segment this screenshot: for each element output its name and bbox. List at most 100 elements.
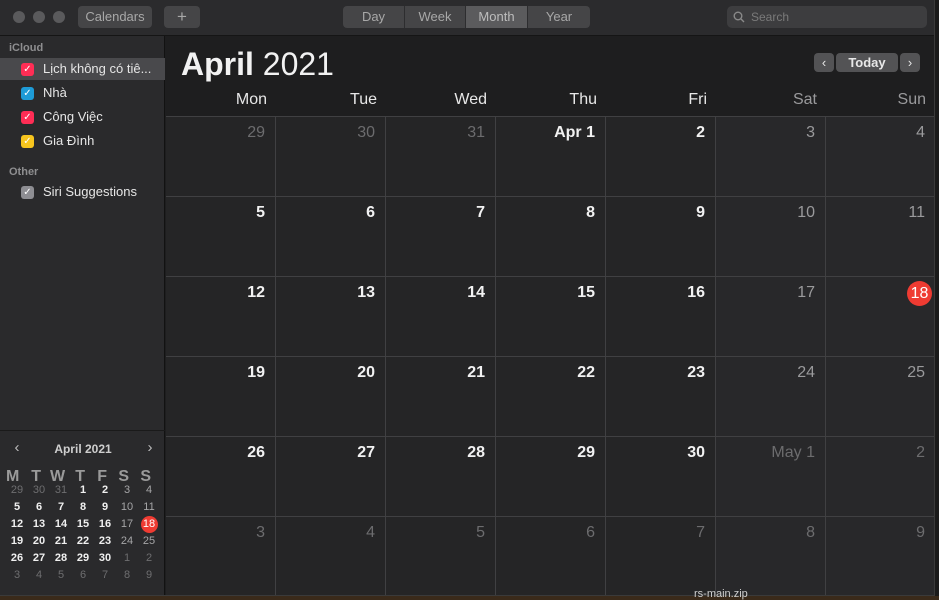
day-cell[interactable]: 30 bbox=[606, 437, 716, 517]
day-cell[interactable]: 16 bbox=[606, 277, 716, 357]
zoom-window-button[interactable] bbox=[53, 11, 65, 23]
sidebar-item-icloud-1[interactable]: ✓ Nhà bbox=[0, 82, 165, 104]
mini-day[interactable]: 27 bbox=[28, 550, 50, 567]
mini-prev-month-button[interactable]: ‹ bbox=[8, 439, 26, 457]
calendar-checkbox[interactable]: ✓ bbox=[21, 111, 34, 124]
mini-day[interactable]: 31 bbox=[50, 482, 72, 499]
mini-next-month-button[interactable]: › bbox=[141, 439, 159, 457]
mini-day[interactable]: 9 bbox=[138, 567, 160, 584]
mini-day[interactable]: 19 bbox=[6, 533, 28, 550]
day-cell[interactable]: 7 bbox=[386, 197, 496, 277]
day-cell[interactable]: 9 bbox=[606, 197, 716, 277]
day-cell[interactable]: 17 bbox=[716, 277, 826, 357]
day-cell[interactable]: 11 bbox=[826, 197, 934, 277]
mini-day[interactable]: 6 bbox=[28, 499, 50, 516]
mini-day[interactable]: 29 bbox=[6, 482, 28, 499]
day-cell[interactable]: 10 bbox=[716, 197, 826, 277]
day-cell[interactable]: 4 bbox=[826, 117, 934, 197]
mini-day[interactable]: 30 bbox=[28, 482, 50, 499]
day-cell[interactable]: 14 bbox=[386, 277, 496, 357]
mini-day[interactable]: 21 bbox=[50, 533, 72, 550]
sidebar-item-icloud-2[interactable]: ✓ Công Việc bbox=[0, 106, 165, 128]
day-cell[interactable]: 9 bbox=[826, 517, 934, 595]
calendar-checkbox[interactable]: ✓ bbox=[21, 135, 34, 148]
day-cell[interactable]: 28 bbox=[386, 437, 496, 517]
mini-day[interactable]: 3 bbox=[116, 482, 138, 499]
mini-day[interactable]: 26 bbox=[6, 550, 28, 567]
mini-day[interactable]: 14 bbox=[50, 516, 72, 533]
sidebar-item-other-0[interactable]: ✓ Siri Suggestions bbox=[0, 181, 165, 203]
day-cell[interactable]: 19 bbox=[166, 357, 276, 437]
day-cell[interactable]: 21 bbox=[386, 357, 496, 437]
day-cell[interactable]: 12 bbox=[166, 277, 276, 357]
tab-year[interactable]: Year bbox=[528, 6, 590, 28]
mini-day[interactable]: 20 bbox=[28, 533, 50, 550]
mini-day[interactable]: 9 bbox=[94, 499, 116, 516]
day-cell[interactable]: 30 bbox=[276, 117, 386, 197]
day-cell[interactable]: 5 bbox=[166, 197, 276, 277]
day-cell[interactable]: 2 bbox=[826, 437, 934, 517]
next-month-button[interactable]: › bbox=[900, 53, 920, 72]
day-cell[interactable]: 24 bbox=[716, 357, 826, 437]
calendars-button[interactable]: Calendars bbox=[78, 6, 152, 28]
day-cell[interactable]: 8 bbox=[716, 517, 826, 595]
mini-day[interactable]: 5 bbox=[6, 499, 28, 516]
mini-day[interactable]: 24 bbox=[116, 533, 138, 550]
day-cell[interactable]: 13 bbox=[276, 277, 386, 357]
mini-day[interactable]: 4 bbox=[28, 567, 50, 584]
mini-day[interactable]: 28 bbox=[50, 550, 72, 567]
day-cell[interactable]: 27 bbox=[276, 437, 386, 517]
day-cell[interactable]: 31 bbox=[386, 117, 496, 197]
mini-day[interactable]: 30 bbox=[94, 550, 116, 567]
day-cell[interactable]: 3 bbox=[716, 117, 826, 197]
day-cell[interactable]: 29 bbox=[166, 117, 276, 197]
day-cell[interactable]: 26 bbox=[166, 437, 276, 517]
mini-day[interactable]: 17 bbox=[116, 516, 138, 533]
day-cell[interactable]: 4 bbox=[276, 517, 386, 595]
mini-day[interactable]: 29 bbox=[72, 550, 94, 567]
mini-day[interactable]: 10 bbox=[116, 499, 138, 516]
mini-day[interactable]: 11 bbox=[138, 499, 160, 516]
tab-week[interactable]: Week bbox=[405, 6, 466, 28]
mini-day[interactable]: 8 bbox=[116, 567, 138, 584]
mini-day[interactable]: 25 bbox=[138, 533, 160, 550]
mini-day[interactable]: 13 bbox=[28, 516, 50, 533]
mini-day[interactable]: 6 bbox=[72, 567, 94, 584]
day-cell[interactable]: 22 bbox=[496, 357, 606, 437]
minimize-window-button[interactable] bbox=[33, 11, 45, 23]
close-window-button[interactable] bbox=[13, 11, 25, 23]
day-cell[interactable]: 7 bbox=[606, 517, 716, 595]
day-cell[interactable]: 2 bbox=[606, 117, 716, 197]
day-cell[interactable]: Apr 1 bbox=[496, 117, 606, 197]
sidebar-item-icloud-0[interactable]: ✓ Lịch không có tiê... bbox=[0, 58, 165, 80]
day-cell[interactable]: 23 bbox=[606, 357, 716, 437]
mini-day[interactable]: 4 bbox=[138, 482, 160, 499]
mini-day[interactable]: 8 bbox=[72, 499, 94, 516]
mini-day[interactable]: 7 bbox=[94, 567, 116, 584]
mini-day[interactable]: 7 bbox=[50, 499, 72, 516]
search-input[interactable] bbox=[751, 6, 921, 28]
sidebar-item-icloud-3[interactable]: ✓ Gia Đình bbox=[0, 130, 165, 152]
calendar-checkbox[interactable]: ✓ bbox=[21, 87, 34, 100]
day-cell[interactable]: 6 bbox=[496, 517, 606, 595]
mini-day-today[interactable]: 18 bbox=[138, 516, 160, 533]
mini-day[interactable]: 15 bbox=[72, 516, 94, 533]
day-cell[interactable]: May 1 bbox=[716, 437, 826, 517]
calendar-checkbox[interactable]: ✓ bbox=[21, 63, 34, 76]
tab-month[interactable]: Month bbox=[466, 6, 528, 28]
day-cell[interactable]: 15 bbox=[496, 277, 606, 357]
day-cell[interactable]: 5 bbox=[386, 517, 496, 595]
calendar-checkbox[interactable]: ✓ bbox=[21, 186, 34, 199]
day-cell-today[interactable]: 18 bbox=[826, 277, 934, 357]
mini-day[interactable]: 5 bbox=[50, 567, 72, 584]
mini-day[interactable]: 1 bbox=[72, 482, 94, 499]
mini-day[interactable]: 2 bbox=[94, 482, 116, 499]
tab-day[interactable]: Day bbox=[343, 6, 405, 28]
mini-day[interactable]: 16 bbox=[94, 516, 116, 533]
mini-day[interactable]: 3 bbox=[6, 567, 28, 584]
day-cell[interactable]: 8 bbox=[496, 197, 606, 277]
day-cell[interactable]: 20 bbox=[276, 357, 386, 437]
mini-day[interactable]: 22 bbox=[72, 533, 94, 550]
day-cell[interactable]: 25 bbox=[826, 357, 934, 437]
day-cell[interactable]: 6 bbox=[276, 197, 386, 277]
